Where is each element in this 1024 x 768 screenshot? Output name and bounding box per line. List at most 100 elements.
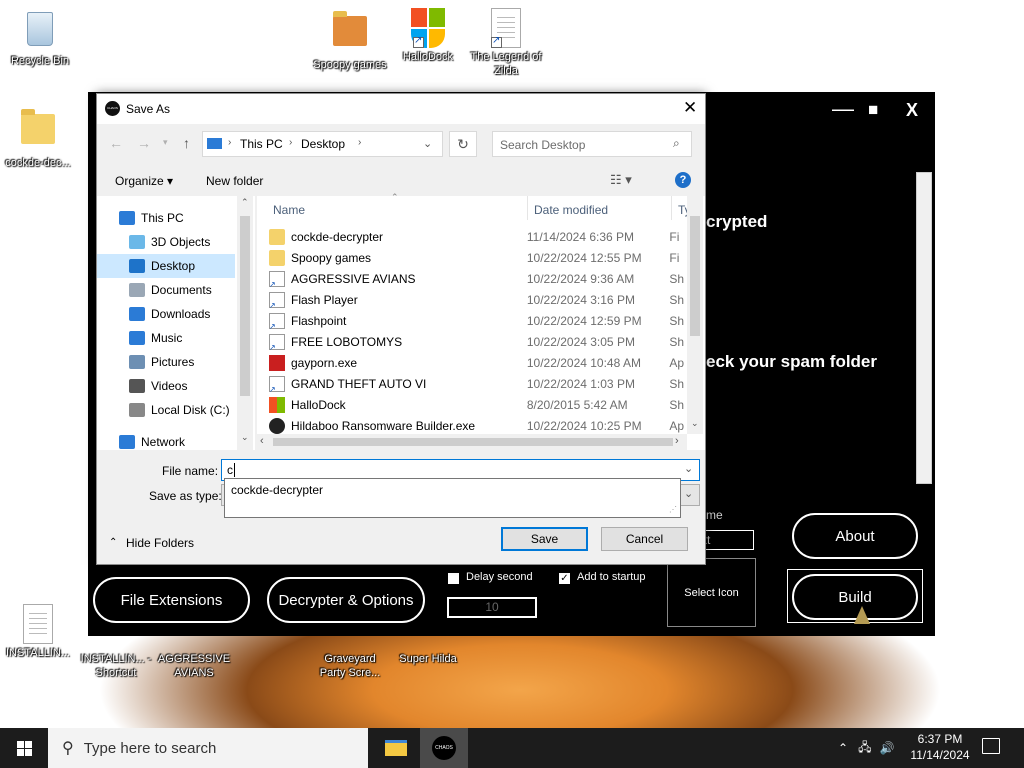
cancel-button[interactable]: Cancel — [601, 527, 688, 551]
hide-folders-button[interactable]: Hide Folders — [126, 536, 194, 550]
file-row[interactable]: Hildaboo Ransomware Builder.exe 10/22/202… — [269, 415, 689, 436]
file-row[interactable]: gayporn.exe 10/22/2024 10:48 AM Ap — [269, 352, 689, 373]
save-button[interactable]: Save — [501, 527, 588, 551]
about-button[interactable]: About — [792, 513, 918, 559]
decrypter-options-button[interactable]: Decrypter & Options — [267, 577, 425, 623]
file-name-dropdown-icon[interactable]: ⌄ — [684, 462, 693, 475]
nav-item-desktop[interactable]: Desktop — [97, 254, 235, 278]
hide-folders-chevron-icon[interactable]: ⌃ — [109, 537, 117, 548]
desktop-icon-cockde-folder[interactable]: cockde-dec... — [0, 106, 76, 170]
help-icon[interactable]: ? — [675, 172, 691, 188]
scroll-left-icon[interactable]: ‹ — [260, 435, 264, 447]
horizontal-scrollbar[interactable]: ‹ › — [257, 434, 687, 450]
taskbar-search-input[interactable]: Type here to search — [84, 740, 217, 757]
nav-item-local-disk[interactable]: Local Disk (C:) — [97, 398, 237, 422]
file-row[interactable]: Spoopy games 10/22/2024 12:55 PM Fi — [269, 247, 689, 268]
document-icon — [21, 604, 55, 644]
delay-checkbox[interactable] — [448, 573, 459, 584]
nav-item-music[interactable]: Music — [97, 326, 237, 350]
desktop-icon-legend-of-zilda[interactable]: The Legend of Zilda — [468, 8, 544, 78]
desktop-icon-aggressive-avians[interactable]: AGGRESSIVE AVIANS — [156, 636, 232, 680]
organize-menu[interactable]: Organize ▾ — [115, 174, 173, 188]
scroll-down-icon[interactable]: ⌄ — [241, 432, 249, 443]
dialog-title: Save As — [126, 102, 171, 116]
file-extensions-button[interactable]: File Extensions — [93, 577, 250, 623]
desktop-icon-super-hilda[interactable]: Super Hilda — [390, 636, 466, 666]
desktop-icon-installin[interactable]: INSTALLIN... — [0, 604, 76, 660]
nav-item-downloads[interactable]: Downloads — [97, 302, 237, 326]
column-header-name[interactable]: Name — [273, 203, 305, 217]
cube-icon — [129, 235, 145, 249]
file-row[interactable]: Flashpoint10/22/2024 12:59 PMSh — [269, 310, 689, 331]
new-folder-button[interactable]: New folder — [206, 174, 263, 188]
network-icon[interactable]: 🖧 — [858, 738, 871, 759]
autocomplete-item[interactable]: cockde-decrypter — [231, 483, 323, 497]
nav-item-pictures[interactable]: Pictures — [97, 350, 237, 374]
desktop-icon-recycle-bin[interactable]: Recycle Bin — [2, 8, 78, 68]
file-row[interactable]: HalloDock 8/20/2015 5:42 AM Sh — [269, 394, 689, 415]
folder-icon — [269, 228, 285, 245]
nav-item-3d-objects[interactable]: 3D Objects — [97, 230, 237, 254]
recent-dropdown-icon[interactable]: ▾ — [163, 137, 168, 148]
search-input[interactable]: Search Desktop — [500, 138, 585, 152]
clock[interactable]: 6:37 PM 11/14/2024 — [900, 731, 980, 763]
app-scrollbar[interactable] — [916, 172, 932, 484]
close-button[interactable]: X — [906, 100, 918, 121]
desktop-icon-spoopy-games[interactable]: Spoopy games — [312, 8, 388, 72]
file-explorer-taskbar-button[interactable] — [376, 728, 416, 768]
desktop-icon-label: INSTALLIN... — [6, 647, 70, 659]
desktop-icon-graveyard-party[interactable]: Graveyard Party Scre... — [312, 636, 388, 680]
nav-scrollbar[interactable]: ⌃ ⌄ — [237, 196, 253, 450]
nav-item-videos[interactable]: Videos — [97, 374, 237, 398]
shortcut-file-icon — [269, 375, 285, 394]
add-startup-checkbox[interactable]: ✓ — [559, 573, 570, 584]
notifications-icon[interactable] — [982, 738, 1000, 754]
file-row[interactable]: Flash Player10/22/2024 3:16 PMSh — [269, 289, 689, 310]
refresh-button[interactable]: ↻ — [449, 131, 477, 157]
search-box[interactable]: Search Desktop ⌕ — [492, 131, 692, 157]
desktop-icon-installin-shortcut[interactable]: INSTALLIN... - Shortcut — [78, 636, 154, 680]
forward-arrow-icon[interactable]: → — [137, 135, 151, 151]
vertical-scrollbar[interactable]: ⌄ — [687, 196, 703, 434]
address-bar[interactable]: › This PC › Desktop › ⌄ — [202, 131, 443, 157]
nav-item-this-pc[interactable]: This PC — [97, 206, 237, 230]
desktop-icon-label: Spoopy games — [313, 59, 387, 71]
minimize-button[interactable]: — — [832, 96, 854, 122]
taskbar-search[interactable]: ⚲ Type here to search — [48, 728, 368, 768]
column-divider — [527, 196, 528, 220]
file-row[interactable]: cockde-decrypter 11/14/2024 6:36 PM Fi — [269, 226, 689, 247]
file-row[interactable]: FREE LOBOTOMYS10/22/2024 3:05 PMSh — [269, 331, 689, 352]
column-header-date[interactable]: Date modified — [534, 203, 608, 217]
breadcrumb-desktop[interactable]: Desktop — [301, 137, 345, 151]
nav-item-documents[interactable]: Documents — [97, 278, 237, 302]
start-button[interactable] — [0, 728, 48, 768]
documents-icon — [129, 283, 145, 297]
delay-input[interactable]: 10 — [447, 597, 537, 618]
scroll-right-icon[interactable]: › — [675, 435, 679, 447]
maximize-button[interactable]: ■ — [868, 100, 878, 120]
desktop-icon-hallodock[interactable]: HalloDock — [390, 8, 466, 64]
file-row[interactable]: AGGRESSIVE AVIANS10/22/2024 9:36 AMSh — [269, 268, 689, 289]
nav-item-network[interactable]: Network — [97, 430, 237, 454]
select-icon-button[interactable]: Select Icon — [667, 558, 756, 627]
address-dropdown-icon[interactable]: ⌄ — [423, 137, 432, 150]
file-date: 10/22/2024 9:36 AM — [526, 271, 635, 286]
file-row[interactable]: GRAND THEFT AUTO VI10/22/2024 1:03 PMSh — [269, 373, 689, 394]
windows-shield-icon — [411, 8, 445, 48]
dialog-titlebar: CHAOS Save As ✕ — [97, 94, 705, 124]
chaos-taskbar-button[interactable]: CHAOS — [420, 728, 468, 768]
save-as-type-dropdown-icon[interactable]: ⌄ — [684, 487, 693, 500]
scroll-up-icon[interactable]: ⌃ — [241, 197, 249, 208]
back-arrow-icon[interactable]: ← — [109, 135, 123, 151]
view-options-icon[interactable]: ☷ ▾ — [610, 172, 632, 188]
show-hidden-icons-icon[interactable]: ⌃ — [838, 741, 848, 755]
breadcrumb-sep-icon: › — [358, 137, 362, 148]
cursor-icon — [854, 606, 870, 624]
breadcrumb-this-pc[interactable]: This PC — [240, 137, 283, 151]
volume-icon[interactable]: 🔊 — [879, 741, 894, 755]
dialog-close-icon[interactable]: ✕ — [683, 98, 697, 118]
resize-grip-icon[interactable]: ⋰ — [669, 505, 677, 514]
scroll-down-icon[interactable]: ⌄ — [691, 418, 699, 429]
file-date: 11/14/2024 6:36 PM — [526, 229, 635, 244]
up-arrow-icon[interactable]: ↑ — [183, 135, 190, 151]
